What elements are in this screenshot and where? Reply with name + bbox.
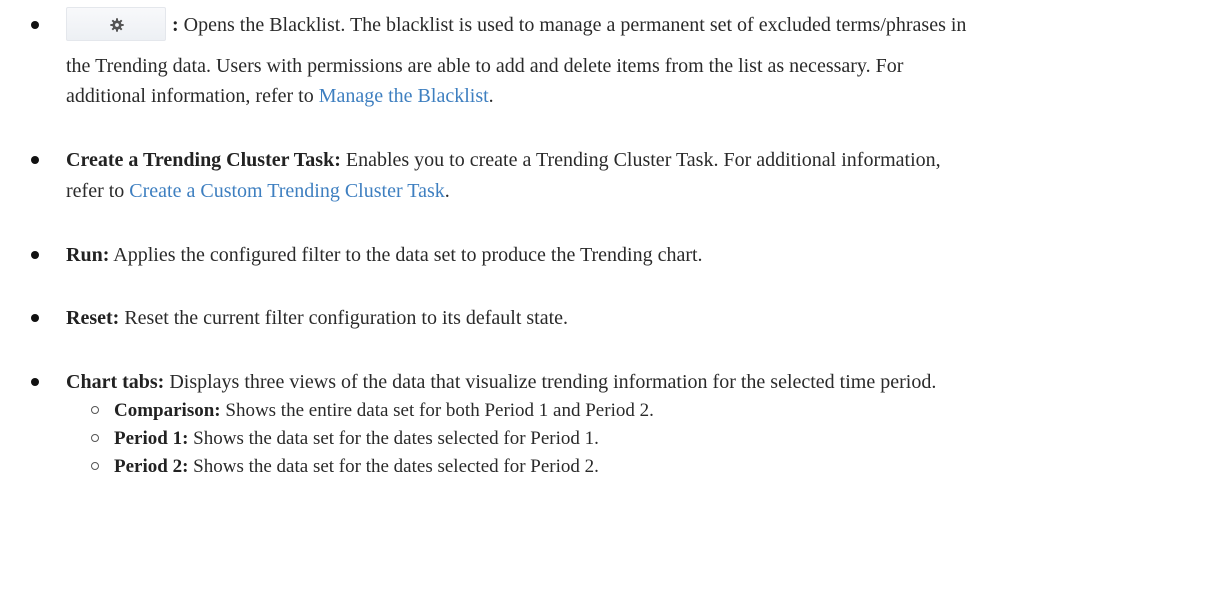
list-item-create-cluster-task: Create a Trending Cluster Task: Enables …: [31, 143, 1216, 177]
list-item-chart-tabs: Chart tabs: Displays three views of the …: [31, 365, 1216, 399]
document: : Opens the Blacklist. The blacklist is …: [0, 0, 1221, 601]
sub-bullet-circle: [91, 434, 99, 442]
run-label: Run:: [66, 244, 110, 266]
create-cluster-task-label: Create a Trending Cluster Task:: [66, 149, 341, 171]
list-item-blacklist-cont: the Trending data. Users with permission…: [66, 49, 1216, 83]
run-description: Applies the configured filter to the dat…: [113, 244, 703, 266]
sub-bullet-circle: [91, 462, 99, 470]
gear-icon: [110, 18, 124, 33]
sub-item-period-1: Period 1: Shows the data set for the dat…: [91, 425, 1214, 453]
reset-label: Reset:: [66, 307, 120, 329]
bullet-dot: [31, 378, 39, 386]
chart-tabs-label: Chart tabs:: [66, 371, 165, 393]
sub-item-period-2: Period 2: Shows the data set for the dat…: [91, 453, 1214, 481]
reset-description: Reset the current filter configuration t…: [124, 307, 569, 329]
create-cluster-task-description: Enables you to create a Trending Cluster…: [345, 149, 941, 171]
blacklist-description: Opens the Blacklist. The blacklist is us…: [183, 14, 967, 36]
bullet-dot: [31, 314, 39, 322]
blacklist-period: .: [488, 85, 494, 107]
list-item-run: Run: Applies the configured filter to th…: [31, 238, 1216, 272]
period-1-label: Period 1:: [114, 428, 189, 449]
create-cluster-period: .: [444, 180, 450, 202]
bullet-dot: [31, 156, 39, 164]
list-item-reset: Reset: Reset the current filter configur…: [31, 301, 1216, 335]
blacklist-button[interactable]: [66, 7, 166, 42]
blacklist-label: :: [172, 14, 179, 36]
list-item-blacklist-cont2: additional information, refer to Manage …: [66, 79, 1216, 113]
sub-item-comparison: Comparison: Shows the entire data set fo…: [91, 397, 1214, 425]
blacklist-refer-text: additional information, refer to: [66, 85, 319, 107]
bullet-dot: [31, 21, 39, 29]
period-2-description: Shows the data set for the dates selecte…: [193, 456, 599, 477]
bullet-dot: [31, 251, 39, 259]
period-2-label: Period 2:: [114, 456, 189, 477]
comparison-description: Shows the entire data set for both Perio…: [225, 400, 654, 421]
list-item-blacklist: : Opens the Blacklist. The blacklist is …: [31, 7, 1216, 43]
period-1-description: Shows the data set for the dates selecte…: [193, 428, 599, 449]
create-cluster-refer-text: refer to: [66, 180, 130, 202]
blacklist-description-cont: the Trending data. Users with permission…: [66, 55, 904, 77]
create-custom-cluster-task-link[interactable]: Create a Custom Trending Cluster Task: [129, 180, 444, 202]
chart-tabs-description: Displays three views of the data that vi…: [169, 371, 937, 393]
manage-blacklist-link[interactable]: Manage the Blacklist: [319, 85, 489, 107]
comparison-label: Comparison:: [114, 400, 221, 421]
sub-bullet-circle: [91, 406, 99, 414]
list-item-create-cluster-task-cont: refer to Create a Custom Trending Cluste…: [66, 174, 1216, 208]
